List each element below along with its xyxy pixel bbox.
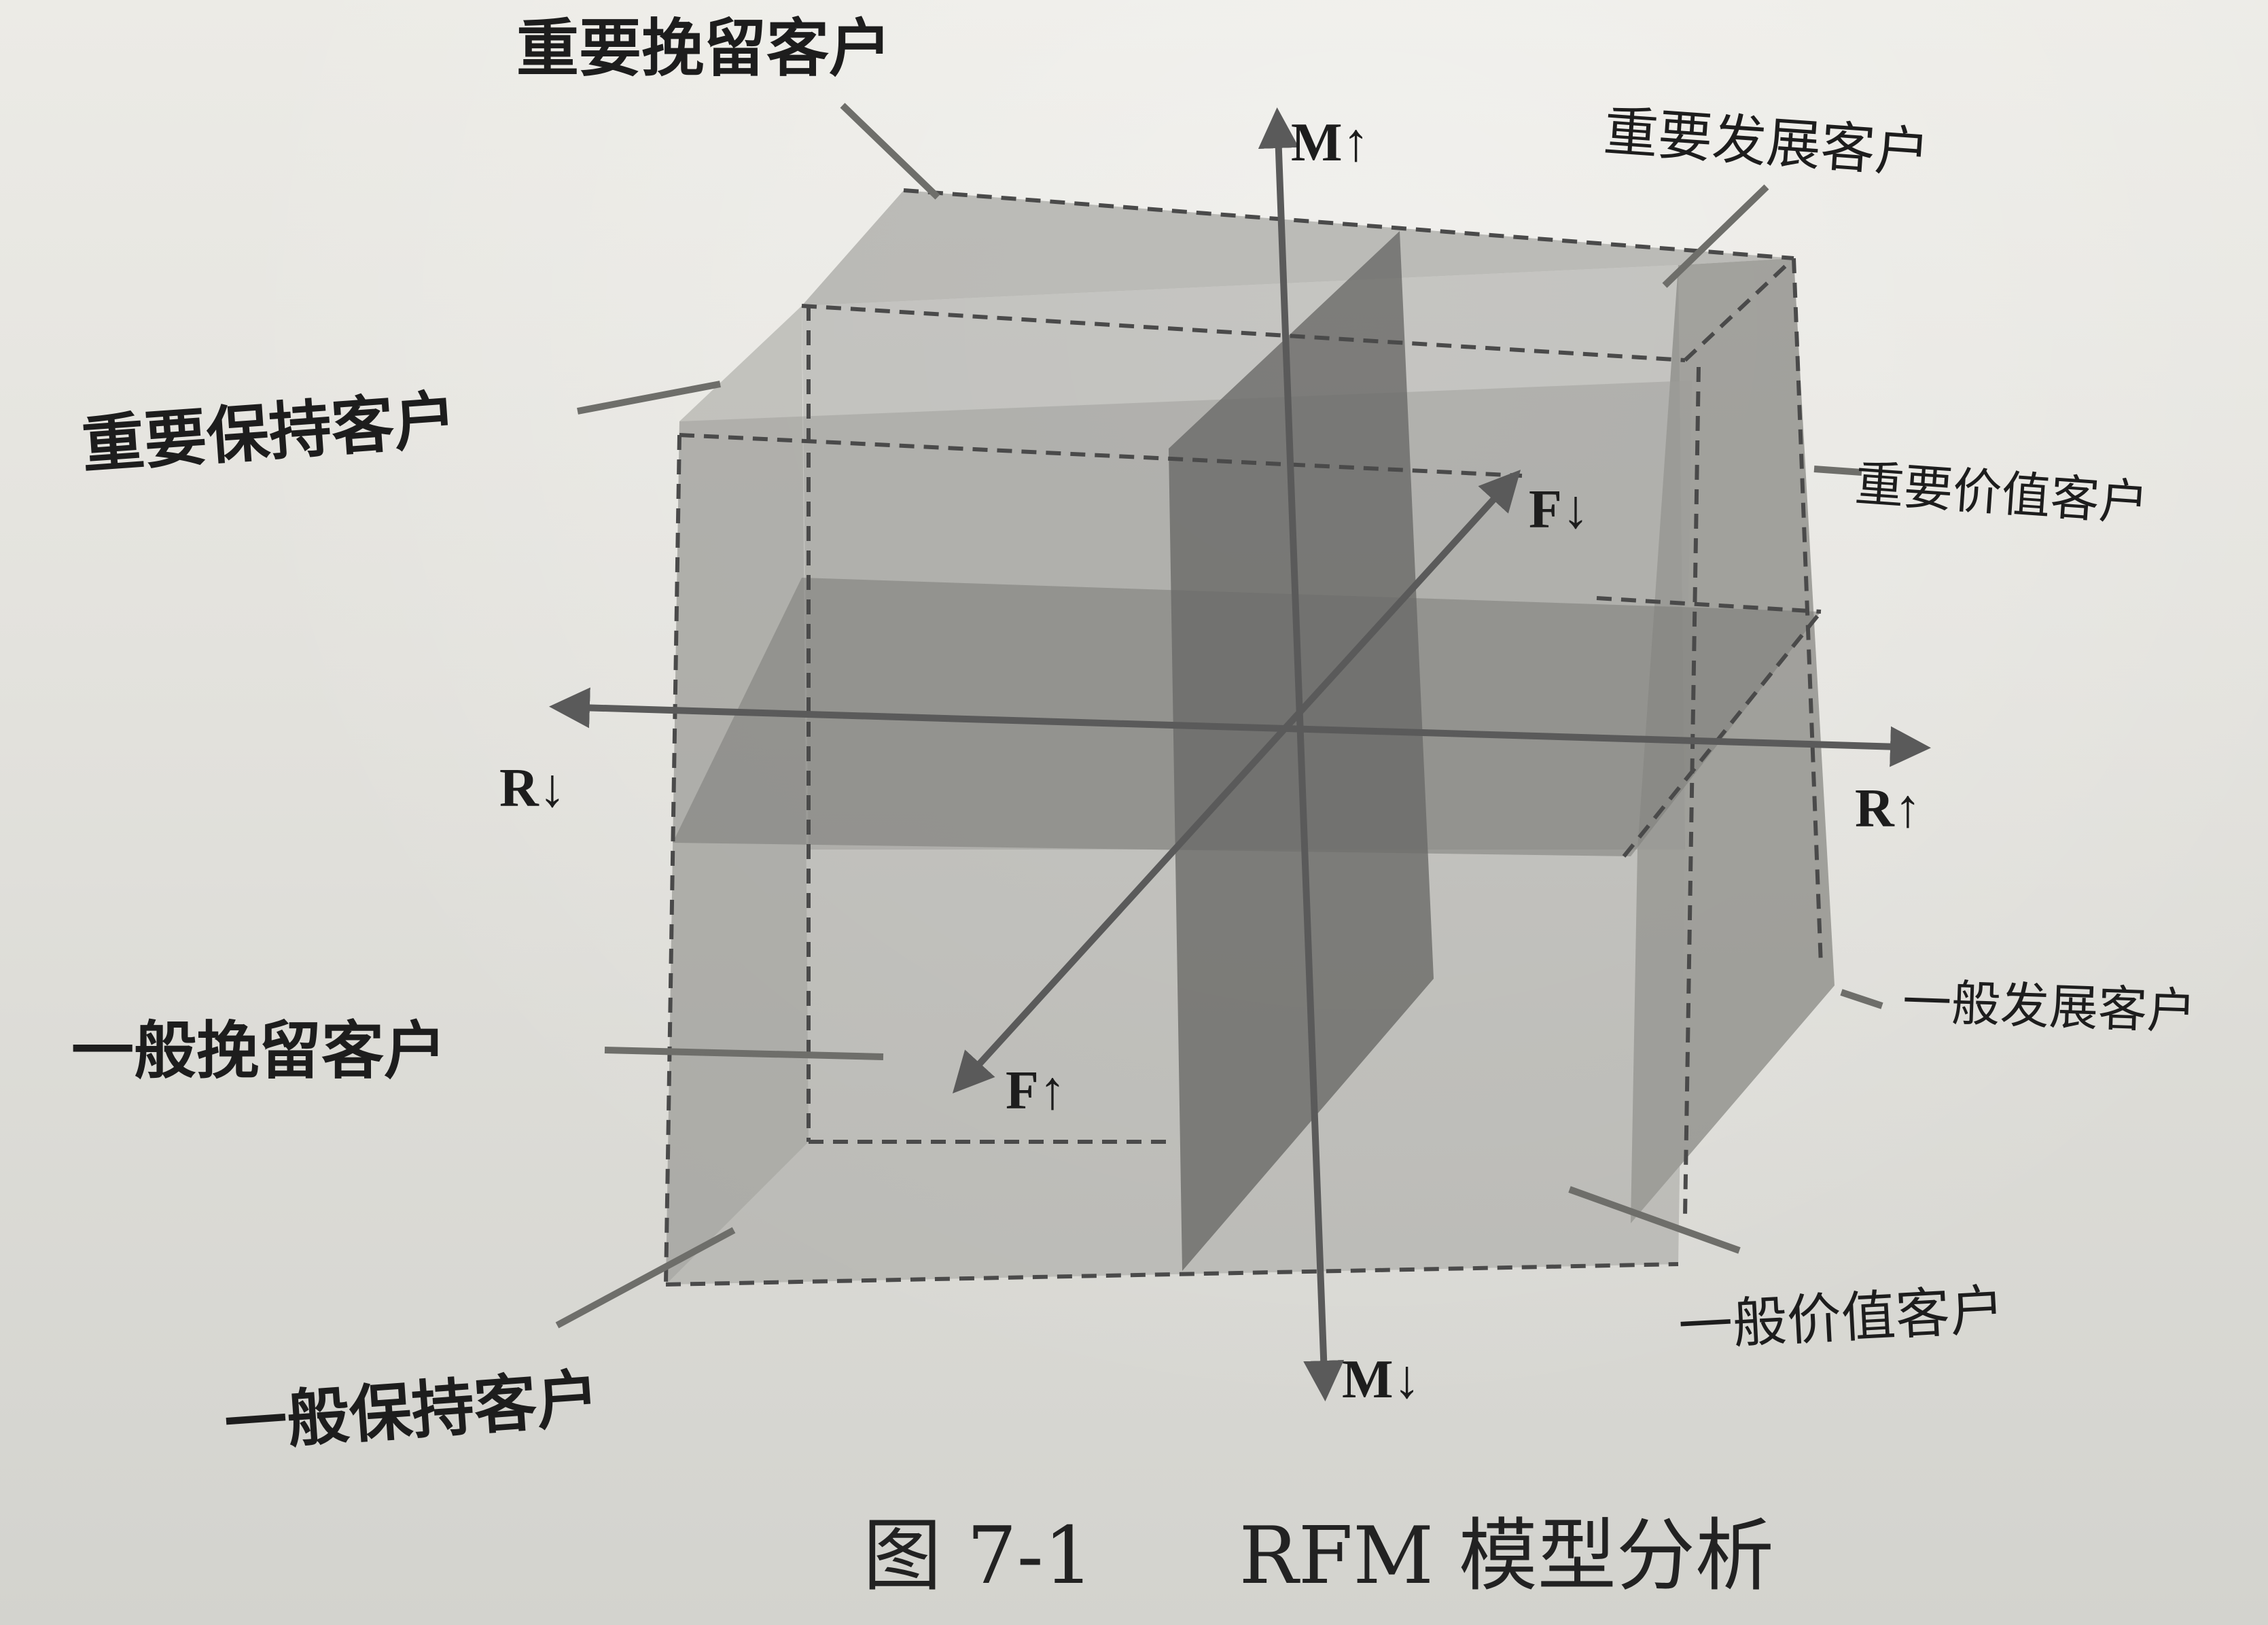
label-important-retain: 重要挽留客户 — [516, 12, 892, 85]
axis-label-m-up: M↑ — [1291, 113, 1370, 173]
label-general-retain: 一般挽留客户 — [71, 1014, 447, 1087]
figure-caption: 图 7-1 RFM 模型分析 — [863, 1492, 1774, 1606]
figure-title: RFM 模型分析 — [1239, 1510, 1774, 1602]
label-general-develop: 一般发展客户 — [1901, 973, 2197, 1041]
label-general-value: 一般价值客户 — [1676, 1278, 2006, 1359]
axis-label-r-up: R↑ — [1855, 779, 1921, 839]
figure-number: 图 7-1 — [863, 1510, 1094, 1602]
axis-label-m-down: M↓ — [1342, 1350, 1421, 1410]
axis-label-f-up: F↑ — [1006, 1061, 1066, 1121]
axis-label-f-down: F↓ — [1529, 480, 1589, 540]
axis-label-r-down: R↓ — [499, 758, 566, 818]
